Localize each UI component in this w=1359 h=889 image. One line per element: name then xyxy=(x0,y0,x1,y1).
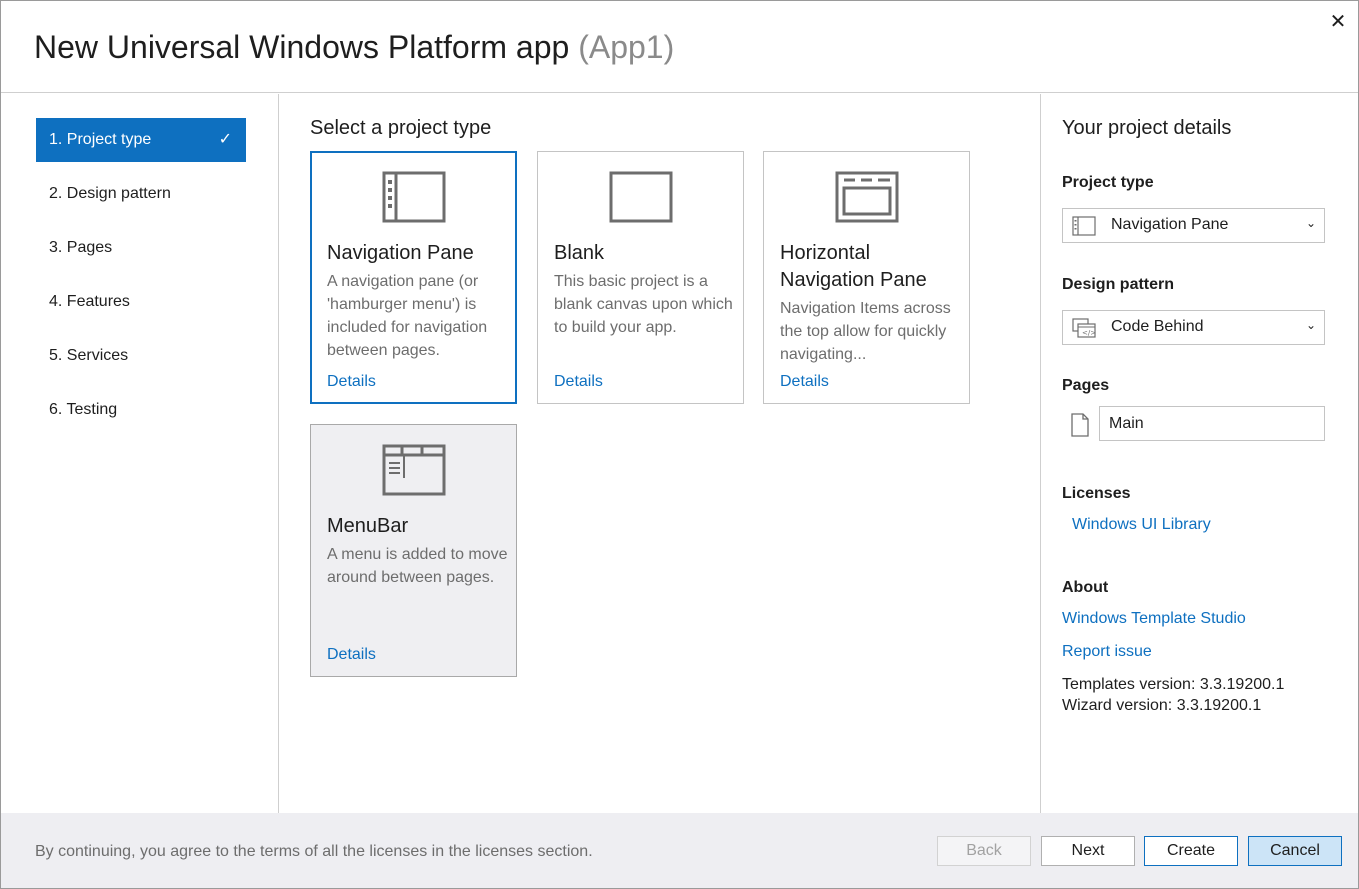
details-link[interactable]: Details xyxy=(327,646,376,664)
navigation-pane-icon xyxy=(382,171,446,223)
horizontal-navigation-pane-icon xyxy=(835,171,899,223)
cancel-button[interactable]: Cancel xyxy=(1248,836,1342,866)
svg-text:</>: </> xyxy=(1082,329,1096,337)
steps-sidebar: 1. Project type ✓ 2. Design pattern 3. P… xyxy=(1,94,279,813)
licenses-label: Licenses xyxy=(1062,485,1131,502)
details-link[interactable]: Details xyxy=(327,373,376,391)
card-title: MenuBar xyxy=(327,515,409,537)
project-type-panel: Select a project type Navigation Pane A … xyxy=(280,94,1041,813)
step-label: 5. Services xyxy=(49,347,129,364)
details-heading: Your project details xyxy=(1062,117,1232,139)
footer-bar: By continuing, you agree to the terms of… xyxy=(1,813,1358,888)
step-label: 2. Design pattern xyxy=(49,185,171,202)
menubar-icon xyxy=(382,444,446,496)
step-features[interactable]: 4. Features xyxy=(36,280,246,324)
windows-template-studio-link[interactable]: Windows Template Studio xyxy=(1062,610,1246,628)
blank-icon xyxy=(609,171,673,223)
project-type-label: Project type xyxy=(1062,174,1154,191)
card-blank[interactable]: Blank This basic project is a blank canv… xyxy=(537,151,744,404)
license-notice: By continuing, you agree to the terms of… xyxy=(35,843,593,860)
details-link[interactable]: Details xyxy=(554,373,603,391)
card-description: Navigation Items across the top allow fo… xyxy=(780,300,951,363)
title-app-name: (App1) xyxy=(578,29,675,65)
step-label: 6. Testing xyxy=(49,401,118,418)
title-bar: New Universal Windows Platform app (App1… xyxy=(1,1,1358,93)
pages-label: Pages xyxy=(1062,377,1110,394)
project-details-panel: Your project details Project type Naviga… xyxy=(1042,94,1358,813)
step-label: 4. Features xyxy=(49,293,130,310)
wizard-version: Wizard version: 3.3.19200.1 xyxy=(1062,697,1262,714)
about-label: About xyxy=(1062,579,1109,596)
project-type-dropdown[interactable]: Navigation Pane ⌄ xyxy=(1062,208,1325,243)
wizard-window: New Universal Windows Platform app (App1… xyxy=(0,0,1359,889)
step-project-type[interactable]: 1. Project type ✓ xyxy=(36,118,246,162)
window-title: New Universal Windows Platform app (App1… xyxy=(34,29,674,66)
chevron-down-icon: ⌄ xyxy=(1305,318,1316,332)
checkmark-icon: ✓ xyxy=(218,131,232,148)
card-description: A menu is added to move around between p… xyxy=(327,546,508,586)
details-link[interactable]: Details xyxy=(780,373,829,391)
design-pattern-value: Code Behind xyxy=(1111,318,1204,335)
templates-version: Templates version: 3.3.19200.1 xyxy=(1062,676,1285,693)
card-title: Horizontal Navigation Pane xyxy=(780,242,927,291)
chevron-down-icon: ⌄ xyxy=(1305,216,1316,230)
title-main: New Universal Windows Platform app xyxy=(34,29,570,65)
code-behind-icon: </> xyxy=(1072,318,1096,338)
card-title: Navigation Pane xyxy=(327,242,474,264)
card-navigation-pane[interactable]: Navigation Pane A navigation pane (or 'h… xyxy=(310,151,517,404)
page-icon xyxy=(1071,413,1089,437)
project-type-value: Navigation Pane xyxy=(1111,216,1229,233)
card-description: This basic project is a blank canvas upo… xyxy=(554,273,733,336)
next-button[interactable]: Next xyxy=(1041,836,1135,866)
back-button[interactable]: Back xyxy=(937,836,1031,866)
card-menubar[interactable]: MenuBar A menu is added to move around b… xyxy=(310,424,517,677)
create-button[interactable]: Create xyxy=(1144,836,1238,866)
close-icon[interactable]: ✕ xyxy=(1325,9,1351,35)
card-title: Blank xyxy=(554,242,605,264)
report-issue-link[interactable]: Report issue xyxy=(1062,643,1152,661)
page-name-input[interactable] xyxy=(1099,406,1325,441)
step-design-pattern[interactable]: 2. Design pattern xyxy=(36,172,246,216)
step-pages[interactable]: 3. Pages xyxy=(36,226,246,270)
windows-ui-library-link[interactable]: Windows UI Library xyxy=(1072,516,1211,534)
card-horizontal-navigation-pane[interactable]: Horizontal Navigation Pane Navigation It… xyxy=(763,151,970,404)
design-pattern-dropdown[interactable]: </> Code Behind ⌄ xyxy=(1062,310,1325,345)
step-label: 1. Project type xyxy=(49,131,152,148)
card-description: A navigation pane (or 'hamburger menu') … xyxy=(327,273,488,359)
design-pattern-label: Design pattern xyxy=(1062,276,1175,293)
step-services[interactable]: 5. Services xyxy=(36,334,246,378)
step-testing[interactable]: 6. Testing xyxy=(36,388,246,432)
navigation-pane-icon xyxy=(1072,216,1096,236)
step-label: 3. Pages xyxy=(49,239,113,256)
section-heading: Select a project type xyxy=(310,117,492,139)
